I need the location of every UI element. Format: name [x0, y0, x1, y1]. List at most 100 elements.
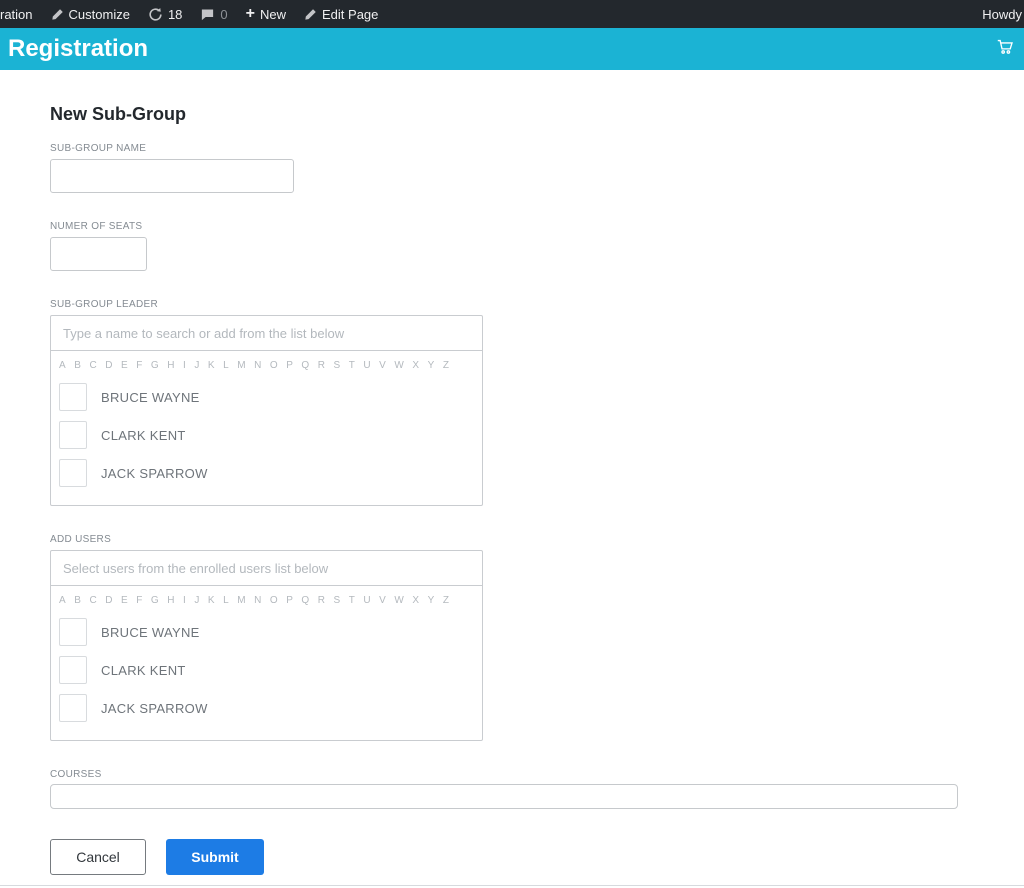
admin-bar-site-link[interactable]: ration — [0, 0, 42, 28]
alphabet-letter[interactable]: W — [394, 360, 403, 371]
alphabet-letter[interactable]: X — [412, 360, 419, 371]
user-checkbox[interactable] — [59, 421, 87, 449]
cancel-button[interactable]: Cancel — [50, 839, 146, 875]
user-name: JACK SPARROW — [101, 465, 208, 481]
alphabet-letter[interactable]: B — [74, 595, 81, 606]
admin-bar-customize-label: Customize — [68, 6, 130, 22]
alphabet-letter[interactable]: Q — [301, 595, 309, 606]
alphabet-letter[interactable]: F — [136, 595, 142, 606]
alphabet-letter[interactable]: A — [59, 595, 66, 606]
plus-icon: + — [245, 5, 255, 22]
user-checkbox[interactable] — [59, 656, 87, 684]
bottom-divider — [0, 885, 1024, 886]
alphabet-letter[interactable]: T — [349, 360, 355, 371]
admin-bar-new[interactable]: + New — [237, 0, 295, 28]
alphabet-letter[interactable]: S — [334, 595, 341, 606]
alphabet-letter[interactable]: R — [318, 595, 325, 606]
alphabet-letter[interactable]: L — [223, 595, 229, 606]
alphabet-letter[interactable]: Y — [428, 360, 435, 371]
list-item[interactable]: CLARK KENT — [59, 421, 482, 449]
alphabet-letter[interactable]: V — [379, 595, 386, 606]
alphabet-letter[interactable]: U — [363, 595, 370, 606]
alphabet-letter[interactable]: J — [194, 595, 199, 606]
sub-group-name-label: SUB-GROUP NAME — [50, 143, 147, 154]
alphabet-letter[interactable]: P — [286, 595, 293, 606]
add-users-label: ADD USERS — [50, 534, 112, 545]
alphabet-letter[interactable]: M — [237, 360, 245, 371]
number-of-seats-input[interactable] — [50, 237, 147, 271]
alphabet-letter[interactable]: N — [254, 360, 261, 371]
alphabet-letter[interactable]: D — [105, 595, 112, 606]
user-checkbox[interactable] — [59, 459, 87, 487]
admin-bar-comments[interactable]: 0 — [191, 0, 236, 28]
alphabet-letter[interactable]: A — [59, 360, 66, 371]
alphabet-letter[interactable]: S — [334, 360, 341, 371]
alphabet-letter[interactable]: N — [254, 595, 261, 606]
sub-group-leader-search-input[interactable] — [51, 316, 482, 351]
alphabet-letter[interactable]: B — [74, 360, 81, 371]
alphabet-letter[interactable]: I — [183, 360, 186, 371]
admin-bar-comments-count: 0 — [220, 6, 228, 22]
list-item[interactable]: JACK SPARROW — [59, 694, 482, 722]
alphabet-letter[interactable]: G — [151, 595, 159, 606]
alphabet-letter[interactable]: U — [363, 360, 370, 371]
user-checkbox[interactable] — [59, 383, 87, 411]
cart-button[interactable] — [995, 37, 1014, 61]
pencil-icon — [304, 8, 317, 21]
alphabet-letter[interactable]: J — [194, 360, 199, 371]
alphabet-letter[interactable]: C — [89, 360, 96, 371]
alphabet-letter[interactable]: X — [412, 595, 419, 606]
user-name: CLARK KENT — [101, 662, 186, 678]
admin-bar-howdy[interactable]: Howdy — [982, 7, 1024, 22]
alphabet-letter[interactable]: C — [89, 595, 96, 606]
list-item[interactable]: BRUCE WAYNE — [59, 618, 482, 646]
list-item[interactable]: JACK SPARROW — [59, 459, 482, 487]
alphabet-letter[interactable]: O — [270, 360, 278, 371]
sub-group-leader-picker: ABCDEFGHIJKLMNOPQRSTUVWXYZ BRUCE WAYNE C… — [50, 315, 483, 506]
add-users-search-input[interactable] — [51, 551, 482, 586]
submit-button[interactable]: Submit — [166, 839, 264, 875]
alphabet-letter[interactable]: O — [270, 595, 278, 606]
user-name: CLARK KENT — [101, 427, 186, 443]
user-name: JACK SPARROW — [101, 700, 208, 716]
comment-bubble-icon — [200, 7, 215, 22]
alphabet-letter[interactable]: H — [167, 595, 174, 606]
alphabet-letter[interactable]: G — [151, 360, 159, 371]
admin-bar-customize[interactable]: Customize — [42, 0, 139, 28]
admin-bar-left: ration Customize 18 0 + New Edit Page — [0, 0, 387, 28]
list-item[interactable]: CLARK KENT — [59, 656, 482, 684]
alphabet-letter[interactable]: W — [394, 595, 403, 606]
registration-form: New Sub-Group SUB-GROUP NAME NUMER OF SE… — [0, 104, 1024, 875]
alphabet-letter[interactable]: V — [379, 360, 386, 371]
alphabet-letter[interactable]: K — [208, 360, 215, 371]
admin-bar-new-label: New — [260, 6, 287, 22]
alphabet-letter[interactable]: Z — [443, 595, 449, 606]
alphabet-letter[interactable]: D — [105, 360, 112, 371]
cart-icon — [995, 37, 1014, 61]
alphabet-letter[interactable]: P — [286, 360, 293, 371]
courses-input[interactable] — [50, 784, 958, 809]
alphabet-letter[interactable]: K — [208, 595, 215, 606]
alphabet-letter[interactable]: L — [223, 360, 229, 371]
alphabet-letter[interactable]: Q — [301, 360, 309, 371]
admin-bar-updates-count: 18 — [167, 6, 183, 22]
sub-group-name-input[interactable] — [50, 159, 294, 193]
alphabet-letter[interactable]: Y — [428, 595, 435, 606]
user-name: BRUCE WAYNE — [101, 624, 200, 640]
admin-bar-edit-page[interactable]: Edit Page — [295, 0, 387, 28]
alphabet-letter[interactable]: I — [183, 595, 186, 606]
list-item[interactable]: BRUCE WAYNE — [59, 383, 482, 411]
alphabet-letter[interactable]: E — [121, 360, 128, 371]
alphabet-letter[interactable]: H — [167, 360, 174, 371]
alphabet-letter[interactable]: T — [349, 595, 355, 606]
alphabet-letter[interactable]: R — [318, 360, 325, 371]
user-checkbox[interactable] — [59, 694, 87, 722]
alphabet-letter[interactable]: F — [136, 360, 142, 371]
admin-bar-edit-page-label: Edit Page — [322, 6, 379, 22]
user-checkbox[interactable] — [59, 618, 87, 646]
alphabet-letter[interactable]: Z — [443, 360, 449, 371]
alphabet-letter[interactable]: M — [237, 595, 245, 606]
alphabet-letter[interactable]: E — [121, 595, 128, 606]
leader-option-list: BRUCE WAYNE CLARK KENT JACK SPARROW — [51, 383, 482, 505]
admin-bar-updates[interactable]: 18 — [139, 0, 191, 28]
